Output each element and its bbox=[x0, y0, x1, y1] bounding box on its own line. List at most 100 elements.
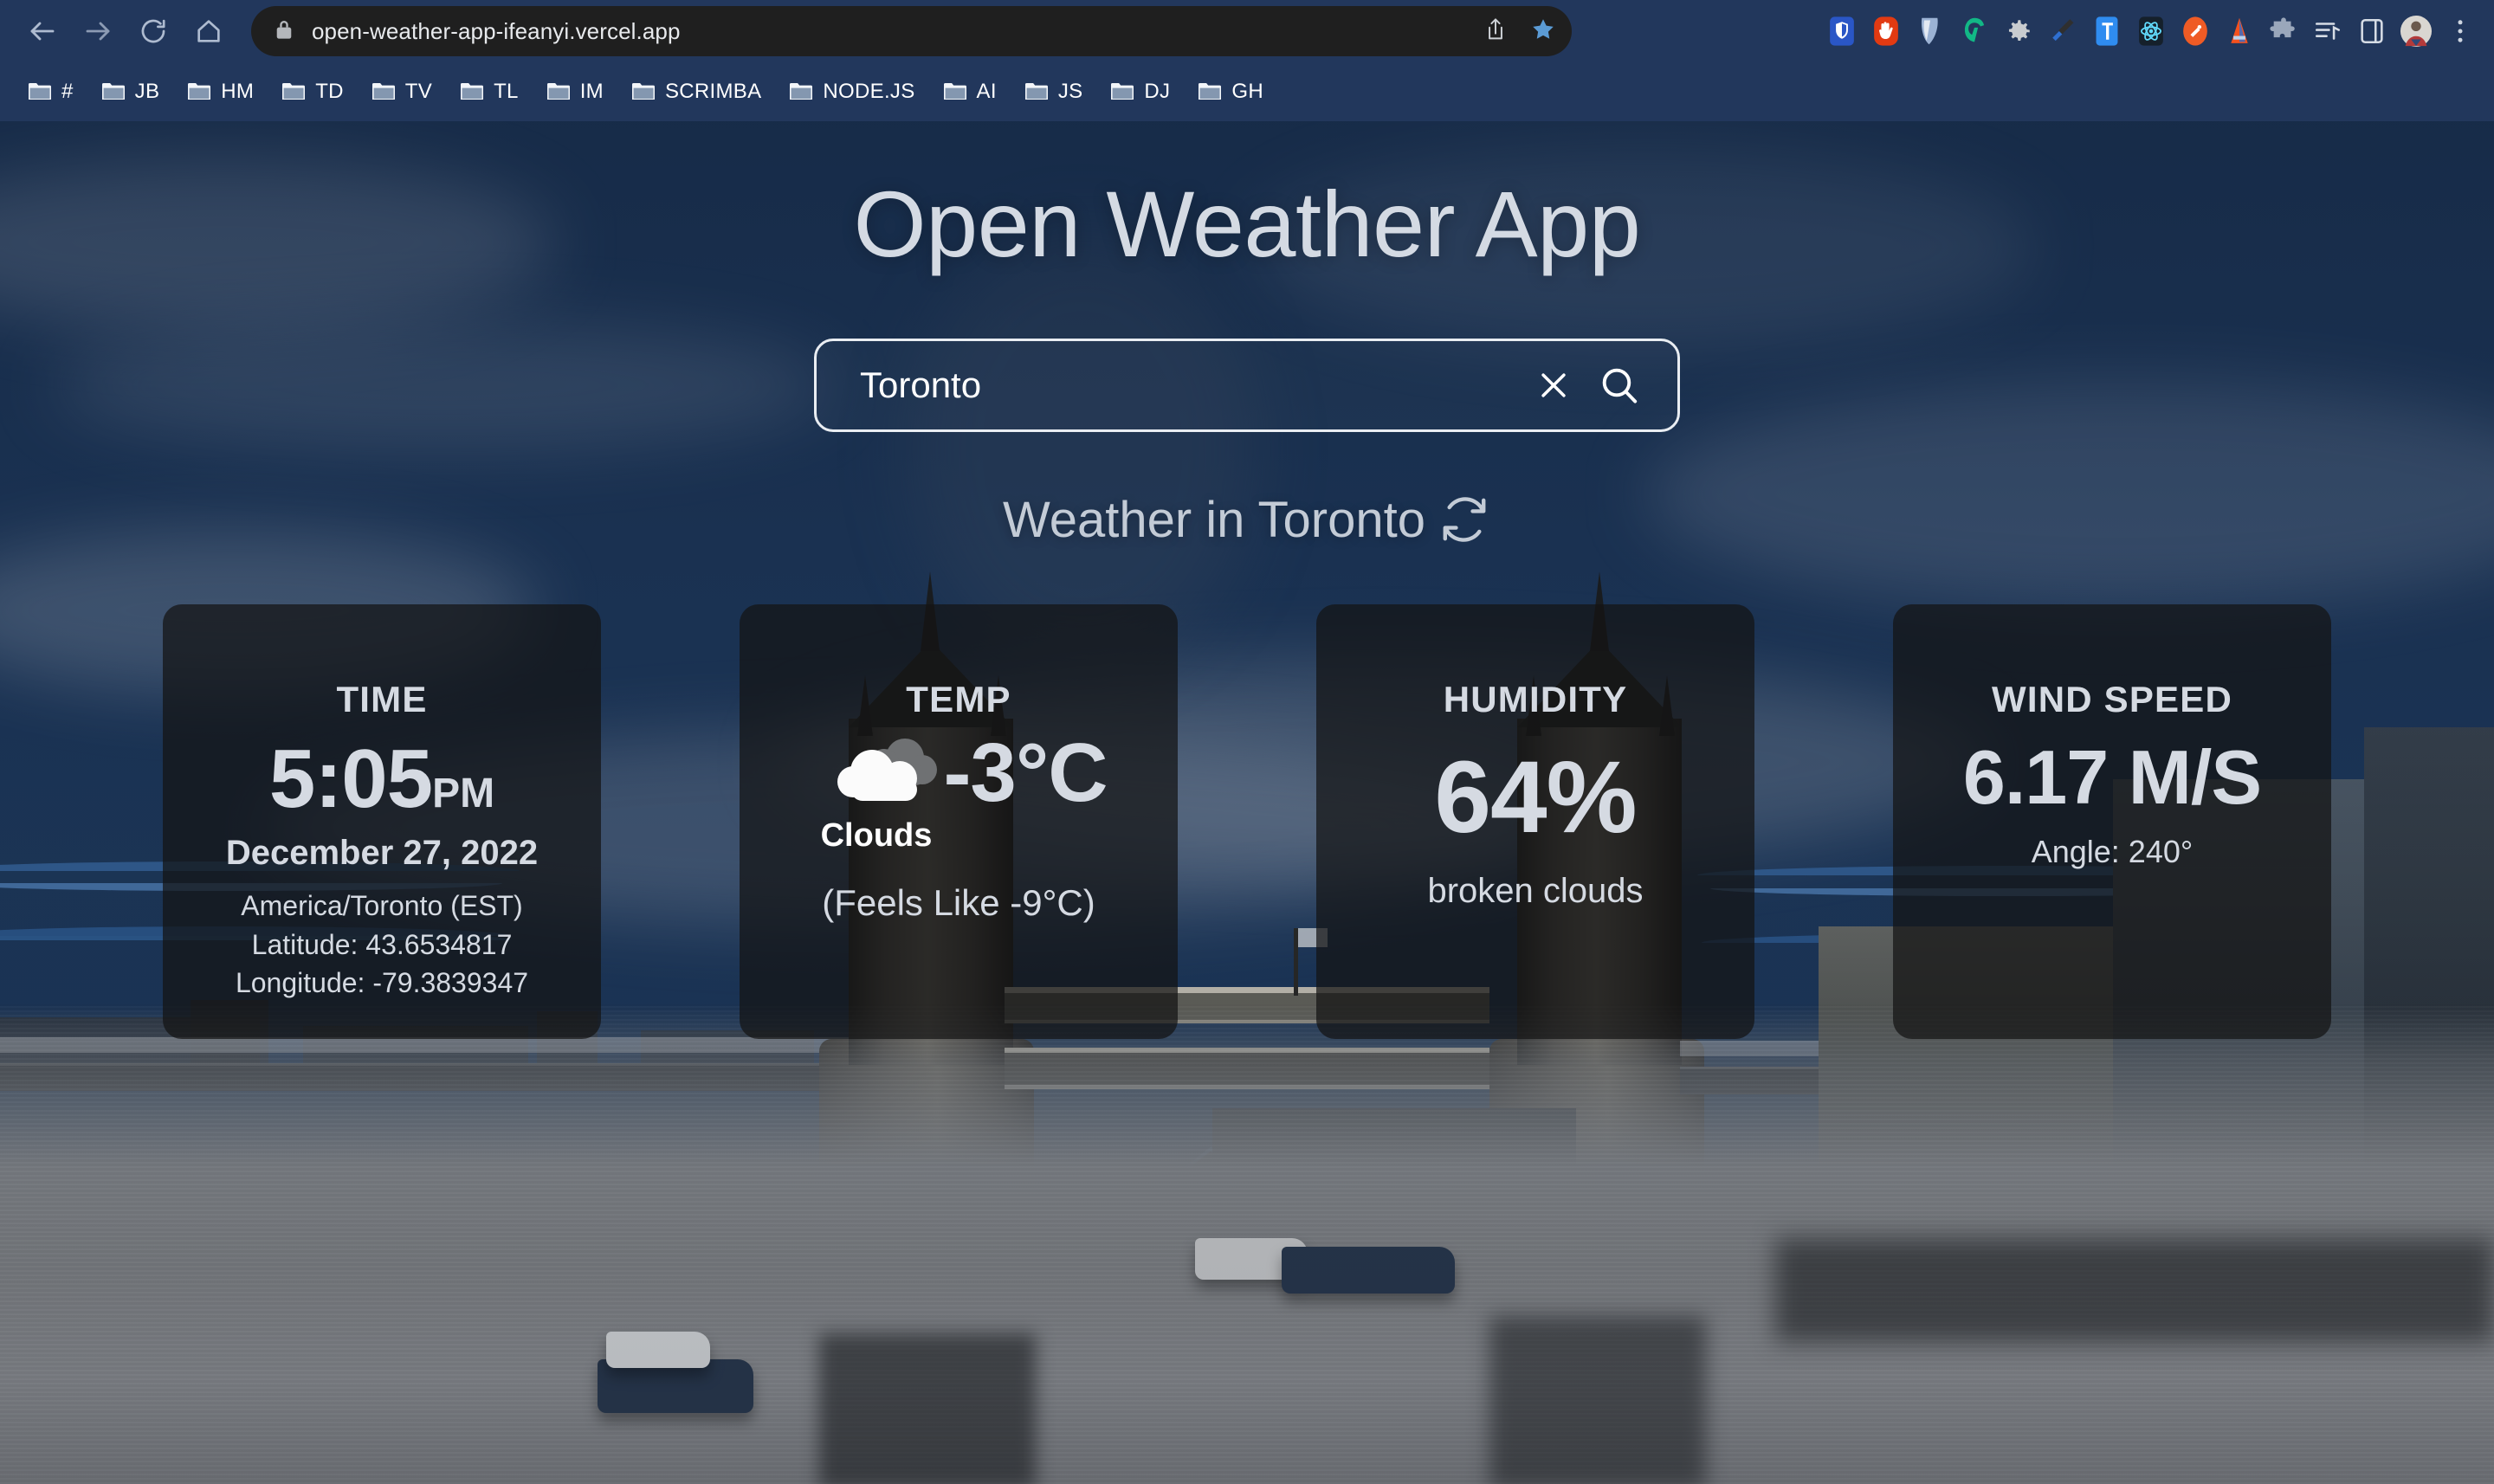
browser-chrome: open-weather-app-ifeanyi.vercel.app # JB… bbox=[0, 0, 2494, 121]
time-card-title: TIME bbox=[336, 678, 428, 719]
humidity-card: HUMIDITY 64% broken clouds bbox=[1316, 603, 1754, 1039]
bookmark-label: DJ bbox=[1144, 80, 1171, 103]
forward-button[interactable] bbox=[74, 8, 121, 55]
address-bar[interactable]: open-weather-app-ifeanyi.vercel.app bbox=[251, 6, 1572, 56]
folder-icon bbox=[281, 81, 306, 102]
bookmark-label: TD bbox=[315, 80, 344, 103]
wind-card: WIND SPEED 6.17 M/S Angle: 240° bbox=[1893, 603, 2331, 1039]
clock-value: 5:05 bbox=[268, 732, 433, 825]
bookmark-label: HM bbox=[221, 80, 255, 103]
time-card: TIME 5:05 PM December 27, 2022 America/T… bbox=[163, 603, 601, 1039]
refresh-icon[interactable] bbox=[1438, 493, 1491, 546]
shield-extension-icon[interactable] bbox=[1825, 15, 1858, 48]
clock-meridiem: PM bbox=[432, 770, 495, 816]
bookmark-item[interactable]: HM bbox=[175, 71, 266, 113]
postman-extension-icon[interactable] bbox=[2179, 15, 2212, 48]
search-icon[interactable] bbox=[1591, 357, 1648, 414]
bookmark-item[interactable]: TV bbox=[359, 71, 444, 113]
lighthouse-extension-icon[interactable] bbox=[2223, 15, 2256, 48]
bookmark-item[interactable]: JB bbox=[89, 71, 172, 113]
bookmark-item[interactable]: SCRIMBA bbox=[619, 71, 773, 113]
bookmark-item[interactable]: TL bbox=[448, 71, 531, 113]
bookmark-label: TL bbox=[494, 80, 519, 103]
bookmark-label: # bbox=[61, 80, 74, 103]
folder-icon bbox=[28, 81, 52, 102]
temp-card-feels-like: (Feels Like -9°C) bbox=[822, 881, 1095, 923]
side-panel-icon[interactable] bbox=[2355, 15, 2388, 48]
bookmark-star-icon[interactable] bbox=[1530, 16, 1556, 47]
folder-icon bbox=[943, 81, 967, 102]
wind-card-angle: Angle: 240° bbox=[2031, 833, 2194, 869]
bookmark-label: SCRIMBA bbox=[664, 80, 762, 103]
humidity-card-value: 64% bbox=[1434, 739, 1637, 855]
back-button[interactable] bbox=[19, 8, 66, 55]
search-input[interactable] bbox=[860, 364, 1516, 406]
bookmark-label: TV bbox=[404, 80, 433, 103]
clear-icon[interactable] bbox=[1525, 357, 1582, 414]
folder-icon bbox=[101, 81, 126, 102]
puzzle-extensions-icon[interactable] bbox=[2267, 15, 2300, 48]
temp-card-title: TEMP bbox=[906, 678, 1011, 719]
wave-extension-icon[interactable] bbox=[1914, 15, 1947, 48]
share-icon[interactable] bbox=[1483, 16, 1508, 47]
lock-icon bbox=[274, 18, 294, 45]
bookmark-item[interactable]: GH bbox=[1186, 71, 1276, 113]
bookmark-item[interactable]: NODE.JS bbox=[777, 71, 927, 113]
weather-cards-row: TIME 5:05 PM December 27, 2022 America/T… bbox=[163, 603, 2331, 1039]
time-card-timezone: America/Toronto (EST) bbox=[241, 890, 523, 922]
eyedropper-extension-icon[interactable] bbox=[2046, 15, 2079, 48]
wind-card-title: WIND SPEED bbox=[1991, 678, 2233, 719]
temp-card-condition: Clouds bbox=[820, 816, 933, 854]
broken-clouds-icon bbox=[832, 726, 943, 821]
folder-icon bbox=[1024, 81, 1049, 102]
bookmark-label: IM bbox=[579, 80, 604, 103]
folder-icon bbox=[187, 81, 211, 102]
temp-card-row: -3°C bbox=[740, 726, 1178, 821]
bookmark-item[interactable]: JS bbox=[1012, 71, 1095, 113]
omnibox-actions bbox=[1483, 6, 1556, 56]
bookmark-label: GH bbox=[1231, 80, 1263, 103]
weather-heading-text: Weather in Toronto bbox=[1003, 491, 1425, 548]
react-devtools-extension-icon[interactable] bbox=[2135, 15, 2168, 48]
more-menu-icon[interactable] bbox=[2444, 15, 2477, 48]
app-content: Open Weather App Weather in Toronto bbox=[0, 121, 2494, 1039]
browser-toolbar: open-weather-app-ifeanyi.vercel.app bbox=[0, 0, 2494, 62]
time-card-date: December 27, 2022 bbox=[225, 834, 539, 873]
stop-hand-extension-icon[interactable] bbox=[1870, 15, 1903, 48]
bookmark-item[interactable]: IM bbox=[534, 71, 616, 113]
temp-card: TEMP -3°C Clouds (Feels Like -9°C) bbox=[740, 603, 1178, 1039]
reading-list-icon[interactable] bbox=[2311, 15, 2344, 48]
humidity-card-description: broken clouds bbox=[1427, 872, 1644, 911]
bookmark-label: NODE.JS bbox=[823, 80, 915, 103]
bookmark-item[interactable]: # bbox=[16, 71, 86, 113]
weather-heading: Weather in Toronto bbox=[1003, 491, 1491, 549]
folder-icon bbox=[460, 81, 484, 102]
fonts-extension-icon[interactable] bbox=[2090, 15, 2123, 48]
folder-icon bbox=[1110, 81, 1134, 102]
bookmarks-bar: # JB HM TD TV TL IM SCRIMBA NODE.JS AI J… bbox=[0, 62, 2494, 121]
folder-icon bbox=[372, 81, 396, 102]
wind-card-value: 6.17 M/S bbox=[1962, 733, 2262, 820]
gatsby-extension-icon[interactable] bbox=[1958, 15, 1991, 48]
bookmark-item[interactable]: AI bbox=[931, 71, 1009, 113]
folder-icon bbox=[631, 81, 656, 102]
humidity-card-title: HUMIDITY bbox=[1443, 678, 1628, 719]
avatar[interactable] bbox=[2400, 15, 2433, 48]
city-search-form[interactable] bbox=[814, 338, 1680, 432]
bookmark-item[interactable]: TD bbox=[269, 71, 356, 113]
time-card-clock: 5:05 PM bbox=[269, 734, 494, 824]
gear-extension-icon[interactable] bbox=[2002, 15, 2035, 48]
bookmark-label: JS bbox=[1057, 80, 1083, 103]
folder-icon bbox=[1198, 81, 1222, 102]
reload-button[interactable] bbox=[130, 8, 177, 55]
folder-icon bbox=[546, 81, 571, 102]
extensions-bar bbox=[1825, 7, 2477, 55]
folder-icon bbox=[789, 81, 813, 102]
temp-card-value: -3°C bbox=[943, 726, 1108, 819]
url-text: open-weather-app-ifeanyi.vercel.app bbox=[312, 17, 681, 44]
bookmark-item[interactable]: DJ bbox=[1098, 71, 1182, 113]
bookmark-label: JB bbox=[134, 80, 160, 103]
weather-app-page: Open Weather App Weather in Toronto bbox=[0, 121, 2494, 1484]
home-button[interactable] bbox=[185, 8, 232, 55]
bookmark-label: AI bbox=[976, 80, 997, 103]
